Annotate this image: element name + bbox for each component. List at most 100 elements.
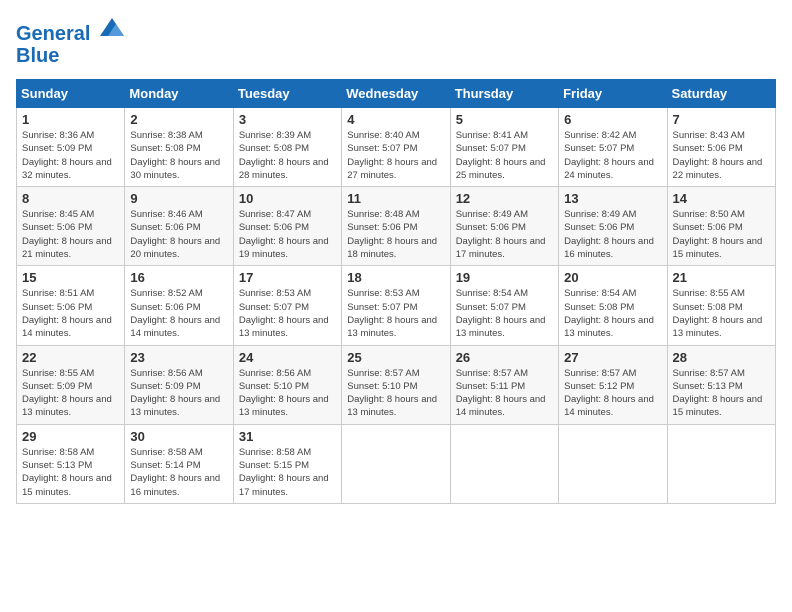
calendar-cell: 15 Sunrise: 8:51 AMSunset: 5:06 PMDaylig… (17, 266, 125, 345)
calendar-cell: 26 Sunrise: 8:57 AMSunset: 5:11 PMDaylig… (450, 345, 558, 424)
calendar-cell: 30 Sunrise: 8:58 AMSunset: 5:14 PMDaylig… (125, 424, 233, 503)
day-number: 8 (22, 191, 119, 206)
calendar-cell: 6 Sunrise: 8:42 AMSunset: 5:07 PMDayligh… (559, 108, 667, 187)
weekday-header-saturday: Saturday (667, 80, 775, 108)
calendar-week-row: 22 Sunrise: 8:55 AMSunset: 5:09 PMDaylig… (17, 345, 776, 424)
day-info: Sunrise: 8:48 AMSunset: 5:06 PMDaylight:… (347, 208, 444, 261)
day-info: Sunrise: 8:58 AMSunset: 5:14 PMDaylight:… (130, 446, 227, 499)
day-info: Sunrise: 8:58 AMSunset: 5:15 PMDaylight:… (239, 446, 336, 499)
day-info: Sunrise: 8:57 AMSunset: 5:11 PMDaylight:… (456, 367, 553, 420)
day-number: 13 (564, 191, 661, 206)
day-info: Sunrise: 8:38 AMSunset: 5:08 PMDaylight:… (130, 129, 227, 182)
day-info: Sunrise: 8:52 AMSunset: 5:06 PMDaylight:… (130, 287, 227, 340)
day-info: Sunrise: 8:57 AMSunset: 5:13 PMDaylight:… (673, 367, 770, 420)
calendar-cell: 12 Sunrise: 8:49 AMSunset: 5:06 PMDaylig… (450, 187, 558, 266)
day-number: 15 (22, 270, 119, 285)
day-info: Sunrise: 8:51 AMSunset: 5:06 PMDaylight:… (22, 287, 119, 340)
calendar-cell: 10 Sunrise: 8:47 AMSunset: 5:06 PMDaylig… (233, 187, 341, 266)
day-number: 24 (239, 350, 336, 365)
day-info: Sunrise: 8:49 AMSunset: 5:06 PMDaylight:… (456, 208, 553, 261)
day-number: 27 (564, 350, 661, 365)
day-number: 22 (22, 350, 119, 365)
day-number: 5 (456, 112, 553, 127)
weekday-header-thursday: Thursday (450, 80, 558, 108)
calendar-cell: 3 Sunrise: 8:39 AMSunset: 5:08 PMDayligh… (233, 108, 341, 187)
calendar-header-row: SundayMondayTuesdayWednesdayThursdayFrid… (17, 80, 776, 108)
day-number: 23 (130, 350, 227, 365)
day-number: 19 (456, 270, 553, 285)
calendar-cell: 13 Sunrise: 8:49 AMSunset: 5:06 PMDaylig… (559, 187, 667, 266)
calendar-cell: 11 Sunrise: 8:48 AMSunset: 5:06 PMDaylig… (342, 187, 450, 266)
day-number: 12 (456, 191, 553, 206)
calendar-cell: 17 Sunrise: 8:53 AMSunset: 5:07 PMDaylig… (233, 266, 341, 345)
day-number: 29 (22, 429, 119, 444)
day-info: Sunrise: 8:55 AMSunset: 5:09 PMDaylight:… (22, 367, 119, 420)
day-info: Sunrise: 8:41 AMSunset: 5:07 PMDaylight:… (456, 129, 553, 182)
day-number: 1 (22, 112, 119, 127)
day-info: Sunrise: 8:57 AMSunset: 5:10 PMDaylight:… (347, 367, 444, 420)
day-info: Sunrise: 8:55 AMSunset: 5:08 PMDaylight:… (673, 287, 770, 340)
logo-icon (98, 16, 126, 40)
day-number: 3 (239, 112, 336, 127)
day-number: 18 (347, 270, 444, 285)
day-info: Sunrise: 8:56 AMSunset: 5:09 PMDaylight:… (130, 367, 227, 420)
calendar-cell: 27 Sunrise: 8:57 AMSunset: 5:12 PMDaylig… (559, 345, 667, 424)
day-info: Sunrise: 8:45 AMSunset: 5:06 PMDaylight:… (22, 208, 119, 261)
calendar-cell (342, 424, 450, 503)
calendar-cell: 23 Sunrise: 8:56 AMSunset: 5:09 PMDaylig… (125, 345, 233, 424)
day-number: 6 (564, 112, 661, 127)
calendar-cell: 1 Sunrise: 8:36 AMSunset: 5:09 PMDayligh… (17, 108, 125, 187)
day-info: Sunrise: 8:43 AMSunset: 5:06 PMDaylight:… (673, 129, 770, 182)
calendar-cell: 18 Sunrise: 8:53 AMSunset: 5:07 PMDaylig… (342, 266, 450, 345)
logo: General Blue (16, 16, 126, 67)
logo-blue: Blue (16, 45, 126, 67)
day-info: Sunrise: 8:42 AMSunset: 5:07 PMDaylight:… (564, 129, 661, 182)
calendar-week-row: 29 Sunrise: 8:58 AMSunset: 5:13 PMDaylig… (17, 424, 776, 503)
day-number: 16 (130, 270, 227, 285)
calendar-cell: 24 Sunrise: 8:56 AMSunset: 5:10 PMDaylig… (233, 345, 341, 424)
day-number: 14 (673, 191, 770, 206)
weekday-header-monday: Monday (125, 80, 233, 108)
calendar-week-row: 15 Sunrise: 8:51 AMSunset: 5:06 PMDaylig… (17, 266, 776, 345)
day-info: Sunrise: 8:46 AMSunset: 5:06 PMDaylight:… (130, 208, 227, 261)
day-info: Sunrise: 8:53 AMSunset: 5:07 PMDaylight:… (239, 287, 336, 340)
calendar-week-row: 1 Sunrise: 8:36 AMSunset: 5:09 PMDayligh… (17, 108, 776, 187)
calendar-cell: 9 Sunrise: 8:46 AMSunset: 5:06 PMDayligh… (125, 187, 233, 266)
day-info: Sunrise: 8:50 AMSunset: 5:06 PMDaylight:… (673, 208, 770, 261)
calendar-cell: 22 Sunrise: 8:55 AMSunset: 5:09 PMDaylig… (17, 345, 125, 424)
day-number: 30 (130, 429, 227, 444)
day-number: 4 (347, 112, 444, 127)
weekday-header-sunday: Sunday (17, 80, 125, 108)
weekday-header-friday: Friday (559, 80, 667, 108)
calendar-cell: 28 Sunrise: 8:57 AMSunset: 5:13 PMDaylig… (667, 345, 775, 424)
page-container: General Blue SundayMondayTuesdayWednesda… (0, 0, 792, 512)
calendar-cell: 25 Sunrise: 8:57 AMSunset: 5:10 PMDaylig… (342, 345, 450, 424)
day-info: Sunrise: 8:49 AMSunset: 5:06 PMDaylight:… (564, 208, 661, 261)
calendar-cell: 2 Sunrise: 8:38 AMSunset: 5:08 PMDayligh… (125, 108, 233, 187)
calendar-cell: 21 Sunrise: 8:55 AMSunset: 5:08 PMDaylig… (667, 266, 775, 345)
day-info: Sunrise: 8:36 AMSunset: 5:09 PMDaylight:… (22, 129, 119, 182)
weekday-header-tuesday: Tuesday (233, 80, 341, 108)
day-info: Sunrise: 8:56 AMSunset: 5:10 PMDaylight:… (239, 367, 336, 420)
day-number: 25 (347, 350, 444, 365)
calendar-cell: 14 Sunrise: 8:50 AMSunset: 5:06 PMDaylig… (667, 187, 775, 266)
day-number: 11 (347, 191, 444, 206)
header: General Blue (16, 16, 776, 67)
day-number: 10 (239, 191, 336, 206)
calendar-cell: 5 Sunrise: 8:41 AMSunset: 5:07 PMDayligh… (450, 108, 558, 187)
calendar-cell: 8 Sunrise: 8:45 AMSunset: 5:06 PMDayligh… (17, 187, 125, 266)
day-number: 7 (673, 112, 770, 127)
day-number: 31 (239, 429, 336, 444)
weekday-header-wednesday: Wednesday (342, 80, 450, 108)
logo-text: General (16, 16, 126, 45)
calendar-cell (450, 424, 558, 503)
day-info: Sunrise: 8:54 AMSunset: 5:07 PMDaylight:… (456, 287, 553, 340)
calendar-cell (667, 424, 775, 503)
day-info: Sunrise: 8:58 AMSunset: 5:13 PMDaylight:… (22, 446, 119, 499)
day-info: Sunrise: 8:47 AMSunset: 5:06 PMDaylight:… (239, 208, 336, 261)
calendar-cell: 16 Sunrise: 8:52 AMSunset: 5:06 PMDaylig… (125, 266, 233, 345)
calendar-cell: 31 Sunrise: 8:58 AMSunset: 5:15 PMDaylig… (233, 424, 341, 503)
day-number: 20 (564, 270, 661, 285)
calendar-cell: 19 Sunrise: 8:54 AMSunset: 5:07 PMDaylig… (450, 266, 558, 345)
calendar-cell: 7 Sunrise: 8:43 AMSunset: 5:06 PMDayligh… (667, 108, 775, 187)
